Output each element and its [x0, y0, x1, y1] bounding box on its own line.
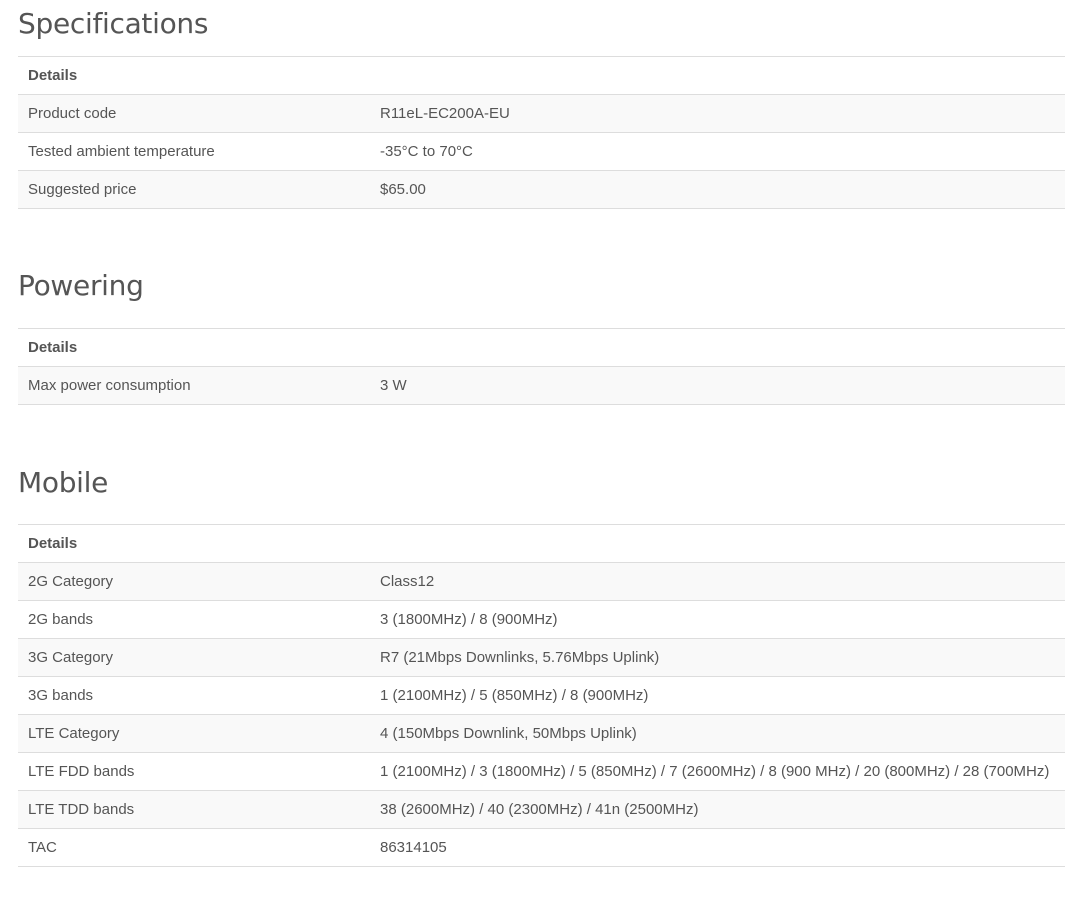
table-row: 2G Category Class12: [18, 562, 1065, 601]
row-value: 1 (2100MHz) / 5 (850MHz) / 8 (900MHz): [370, 676, 1065, 715]
row-value: 3 (1800MHz) / 8 (900MHz): [370, 600, 1065, 639]
row-value: 38 (2600MHz) / 40 (2300MHz) / 41n (2500M…: [370, 790, 1065, 829]
row-label: Product code: [18, 94, 370, 133]
row-label: 2G Category: [18, 562, 370, 601]
specifications-table: Details Product code R11eL-EC200A-EU Tes…: [18, 56, 1065, 209]
row-value: 86314105: [370, 828, 1065, 867]
details-header: Details: [18, 328, 1065, 367]
row-value: 1 (2100MHz) / 3 (1800MHz) / 5 (850MHz) /…: [370, 752, 1065, 791]
table-header-row: Details: [18, 524, 1065, 563]
table-row: 3G Category R7 (21Mbps Downlinks, 5.76Mb…: [18, 638, 1065, 677]
table-row: Max power consumption 3 W: [18, 366, 1065, 405]
row-label: Max power consumption: [18, 366, 370, 405]
table-row: 2G bands 3 (1800MHz) / 8 (900MHz): [18, 600, 1065, 639]
row-label: LTE TDD bands: [18, 790, 370, 829]
row-label: LTE Category: [18, 714, 370, 753]
row-label: 2G bands: [18, 600, 370, 639]
table-row: LTE FDD bands 1 (2100MHz) / 3 (1800MHz) …: [18, 752, 1065, 791]
details-header: Details: [18, 524, 1065, 563]
powering-heading: Powering: [18, 269, 144, 302]
row-label: Tested ambient temperature: [18, 132, 370, 171]
table-row: 3G bands 1 (2100MHz) / 5 (850MHz) / 8 (9…: [18, 676, 1065, 715]
table-header-row: Details: [18, 56, 1065, 95]
row-value: 3 W: [370, 366, 1065, 405]
powering-table: Details Max power consumption 3 W: [18, 328, 1065, 405]
row-value: $65.00: [370, 170, 1065, 209]
table-row: Tested ambient temperature -35°C to 70°C: [18, 132, 1065, 171]
table-row: LTE Category 4 (150Mbps Downlink, 50Mbps…: [18, 714, 1065, 753]
row-label: 3G Category: [18, 638, 370, 677]
row-value: Class12: [370, 562, 1065, 601]
details-header: Details: [18, 56, 1065, 95]
table-row: LTE TDD bands 38 (2600MHz) / 40 (2300MHz…: [18, 790, 1065, 829]
row-label: Suggested price: [18, 170, 370, 209]
row-value: 4 (150Mbps Downlink, 50Mbps Uplink): [370, 714, 1065, 753]
specifications-heading: Specifications: [18, 7, 209, 40]
table-row: Product code R11eL-EC200A-EU: [18, 94, 1065, 133]
table-header-row: Details: [18, 328, 1065, 367]
spec-page: Specifications Details Product code R11e…: [0, 0, 1065, 867]
table-row: Suggested price $65.00: [18, 170, 1065, 209]
row-label: LTE FDD bands: [18, 752, 370, 791]
row-value: R7 (21Mbps Downlinks, 5.76Mbps Uplink): [370, 638, 1065, 677]
mobile-table: Details 2G Category Class12 2G bands 3 (…: [18, 524, 1065, 867]
row-label: TAC: [18, 828, 370, 867]
table-row: TAC 86314105: [18, 828, 1065, 867]
mobile-heading: Mobile: [18, 466, 109, 499]
row-value: R11eL-EC200A-EU: [370, 94, 1065, 133]
row-label: 3G bands: [18, 676, 370, 715]
row-value: -35°C to 70°C: [370, 132, 1065, 171]
